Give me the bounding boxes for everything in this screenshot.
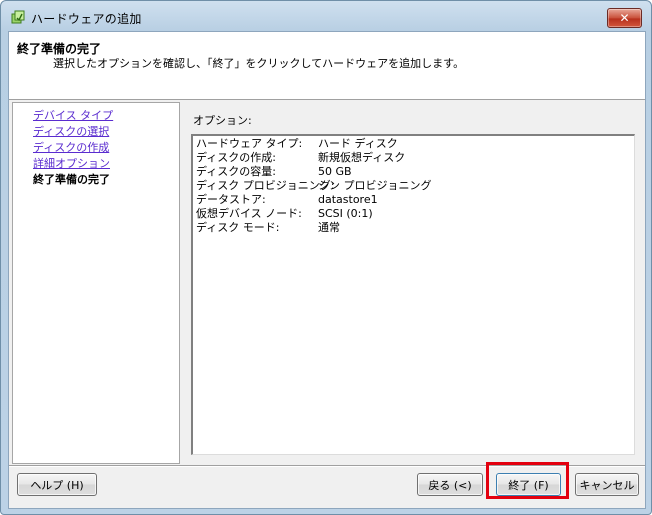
add-hardware-icon [10,10,26,26]
option-key: ディスクの作成: [196,151,276,164]
step-select-disk[interactable]: ディスクの選択 [33,123,109,139]
option-key: ディスク モード: [196,221,280,234]
page-description: 選択したオプションを確認し、「終了」をクリックしてハードウェアを追加します。 [53,57,465,70]
wizard-body: 終了準備の完了 選択したオプションを確認し、「終了」をクリックしてハードウェアを… [8,31,646,509]
step-create-disk[interactable]: ディスクの作成 [33,139,109,155]
option-value: datastore1 [318,193,378,206]
cancel-button[interactable]: キャンセル [575,473,639,496]
options-label: オプション: [193,114,252,127]
option-key: 仮想デバイス ノード: [196,207,302,220]
options-summary[interactable]: ハードウェア タイプ: ハード ディスク ディスクの作成: 新規仮想ディスク デ… [191,134,635,455]
wizard-steps: デバイス タイプ ディスクの選択 ディスクの作成 詳細オプション 終了準備の完了 [12,102,180,464]
option-value: ハード ディスク [318,137,398,150]
finish-highlight-box [486,462,569,499]
option-value: 50 GB [318,165,352,178]
option-key: ディスク プロビジョニング: [196,179,335,192]
step-advanced-options[interactable]: 詳細オプション [33,155,110,171]
option-value: SCSI (0:1) [318,207,373,220]
window-title: ハードウェアの追加 [31,12,142,26]
wizard-header: 終了準備の完了 選択したオプションを確認し、「終了」をクリックしてハードウェアを… [9,32,645,100]
step-device-type[interactable]: デバイス タイプ [33,107,113,123]
close-button[interactable]: ✕ [607,8,642,28]
close-icon: ✕ [619,11,630,25]
option-key: データストア: [196,193,266,206]
help-button[interactable]: ヘルプ (H) [17,473,97,496]
option-key: ディスクの容量: [196,165,276,178]
title-bar[interactable]: ハードウェアの追加 ✕ [1,1,651,35]
back-button[interactable]: 戻る (<) [417,473,483,496]
option-key: ハードウェア タイプ: [196,137,303,150]
option-value: シン プロビジョニング [318,179,432,192]
option-value: 新規仮想ディスク [318,151,406,164]
add-hardware-window: ハードウェアの追加 ✕ 終了準備の完了 選択したオプションを確認し、「終了」をク… [0,0,652,515]
option-value: 通常 [318,221,340,234]
step-ready-to-complete: 終了準備の完了 [33,173,110,186]
